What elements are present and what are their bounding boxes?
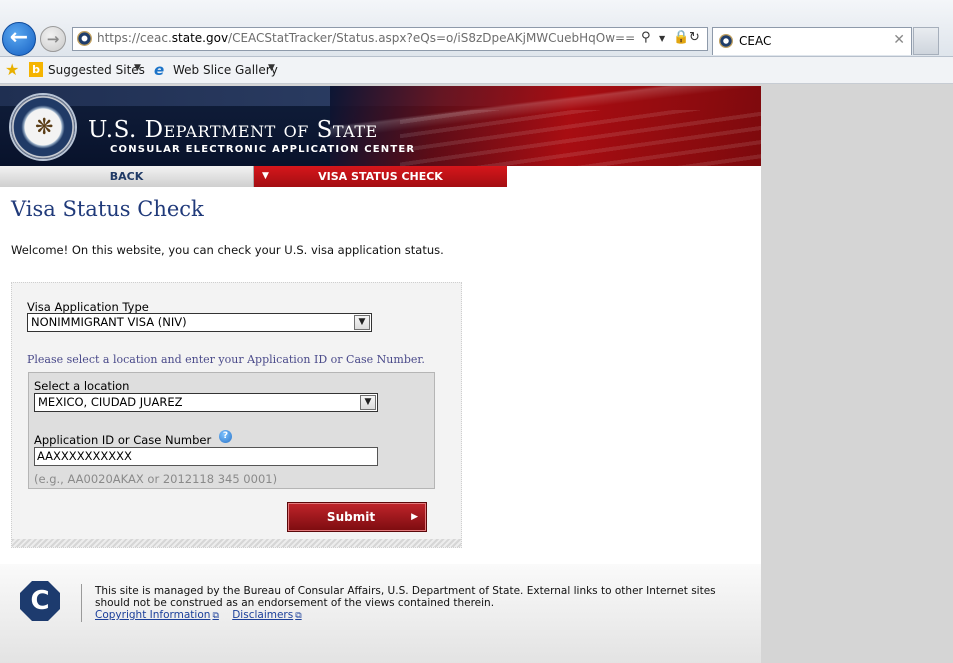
location-select[interactable]: MEXICO, CIUDAD JUAREZ ▼	[34, 393, 378, 412]
location-id-panel: Select a location MEXICO, CIUDAD JUAREZ …	[28, 372, 435, 489]
submit-label: Submit	[326, 510, 376, 524]
visa-type-label: Visa Application Type	[27, 300, 149, 314]
chevron-down-icon[interactable]: ▼	[360, 395, 376, 410]
footer: C This site is managed by the Bureau of …	[0, 564, 761, 663]
disclaimers-link[interactable]: Disclaimers ⧉	[232, 609, 301, 621]
location-value: MEXICO, CIUDAD JUAREZ	[38, 395, 183, 409]
eagle-icon: ❋	[35, 115, 54, 140]
tab-title: CEAC	[739, 34, 772, 48]
web-slice-gallery-link[interactable]: Web Slice Gallery	[173, 63, 278, 77]
external-link-icon: ⧉	[295, 611, 302, 621]
address-url[interactable]: https://ceac.state.gov/CEACStatTracker/S…	[97, 31, 635, 45]
application-id-label: Application ID or Case Number	[34, 433, 212, 447]
tab-favicon-icon	[719, 34, 733, 48]
lock-icon[interactable]: 🔒	[673, 30, 689, 45]
footer-divider	[81, 584, 82, 622]
refresh-icon[interactable]: ↻	[689, 30, 700, 45]
nav-active-label: VISA STATUS CHECK	[318, 170, 443, 183]
chevron-down-icon[interactable]: ▼	[134, 63, 141, 73]
department-subtitle: CONSULAR ELECTRONIC APPLICATION CENTER	[110, 144, 416, 155]
address-bar[interactable]: https://ceac.state.gov/CEACStatTracker/S…	[72, 27, 708, 51]
help-icon[interactable]: ?	[219, 430, 232, 443]
chevron-down-icon[interactable]: ▼	[268, 63, 275, 73]
welcome-text: Welcome! On this website, you can check …	[11, 243, 444, 257]
location-label: Select a location	[34, 379, 130, 393]
favorites-star-icon[interactable]: ★	[5, 60, 19, 79]
close-icon[interactable]: ✕	[893, 32, 905, 48]
department-title: U.S. Department of State	[88, 117, 378, 143]
copyright-link[interactable]: Copyright Information ⧉	[95, 609, 219, 621]
favorites-bar: ★ b Suggested Sites ▼ e Web Slice Galler…	[0, 57, 953, 84]
browser-back-button[interactable]: ←	[2, 22, 36, 56]
visa-type-value: NONIMMIGRANT VISA (NIV)	[31, 315, 187, 329]
suggested-sites-link[interactable]: Suggested Sites	[48, 63, 145, 77]
bing-icon: b	[29, 62, 43, 77]
page-content: ❋ U.S. Department of State CONSULAR ELEC…	[0, 86, 761, 663]
copyright-label: Copyright Information	[95, 609, 211, 621]
ie-icon: e	[154, 61, 165, 79]
example-hint: (e.g., AA0020AKAX or 2012118 345 0001)	[34, 472, 278, 486]
browser-tab-ceac[interactable]: CEAC ✕	[712, 27, 912, 55]
external-link-icon: ⧉	[212, 611, 219, 621]
flag-stripes	[400, 110, 761, 166]
search-icon[interactable]: ⚲	[641, 30, 651, 45]
footer-links: Copyright Information ⧉ Disclaimers ⧉	[95, 609, 312, 621]
instruction-text: Please select a location and enter your …	[27, 353, 425, 366]
browser-toolbar: ← → https://ceac.state.gov/CEACStatTrack…	[0, 0, 953, 57]
state-department-seal-icon: ❋	[11, 95, 75, 159]
disclaimers-label: Disclaimers	[232, 609, 294, 621]
application-id-input[interactable]: AAXXXXXXXXXX	[34, 447, 378, 466]
nav-back-tab[interactable]: BACK	[0, 166, 254, 187]
site-favicon-icon	[77, 31, 92, 46]
form-bottom-pattern	[12, 539, 461, 547]
status-form: Visa Application Type NONIMMIGRANT VISA …	[11, 282, 462, 548]
main-nav: BACK ▼ VISA STATUS CHECK	[0, 166, 761, 187]
browser-forward-button[interactable]: →	[40, 26, 66, 52]
search-dropdown-icon[interactable]: ▼	[659, 34, 665, 43]
chevron-down-icon[interactable]: ▼	[354, 315, 370, 330]
header-banner: ❋ U.S. Department of State CONSULAR ELEC…	[0, 86, 761, 166]
visa-type-select[interactable]: NONIMMIGRANT VISA (NIV) ▼	[27, 313, 372, 332]
nav-visa-status-check-tab[interactable]: ▼ VISA STATUS CHECK	[254, 166, 507, 187]
arrow-right-icon: ▶	[411, 512, 418, 522]
new-tab-button[interactable]	[913, 27, 939, 55]
consular-affairs-logo-icon: C	[20, 581, 60, 621]
submit-button[interactable]: Submit ▶	[287, 502, 427, 532]
page-title: Visa Status Check	[11, 197, 204, 221]
footer-text: This site is managed by the Bureau of Co…	[95, 585, 716, 609]
